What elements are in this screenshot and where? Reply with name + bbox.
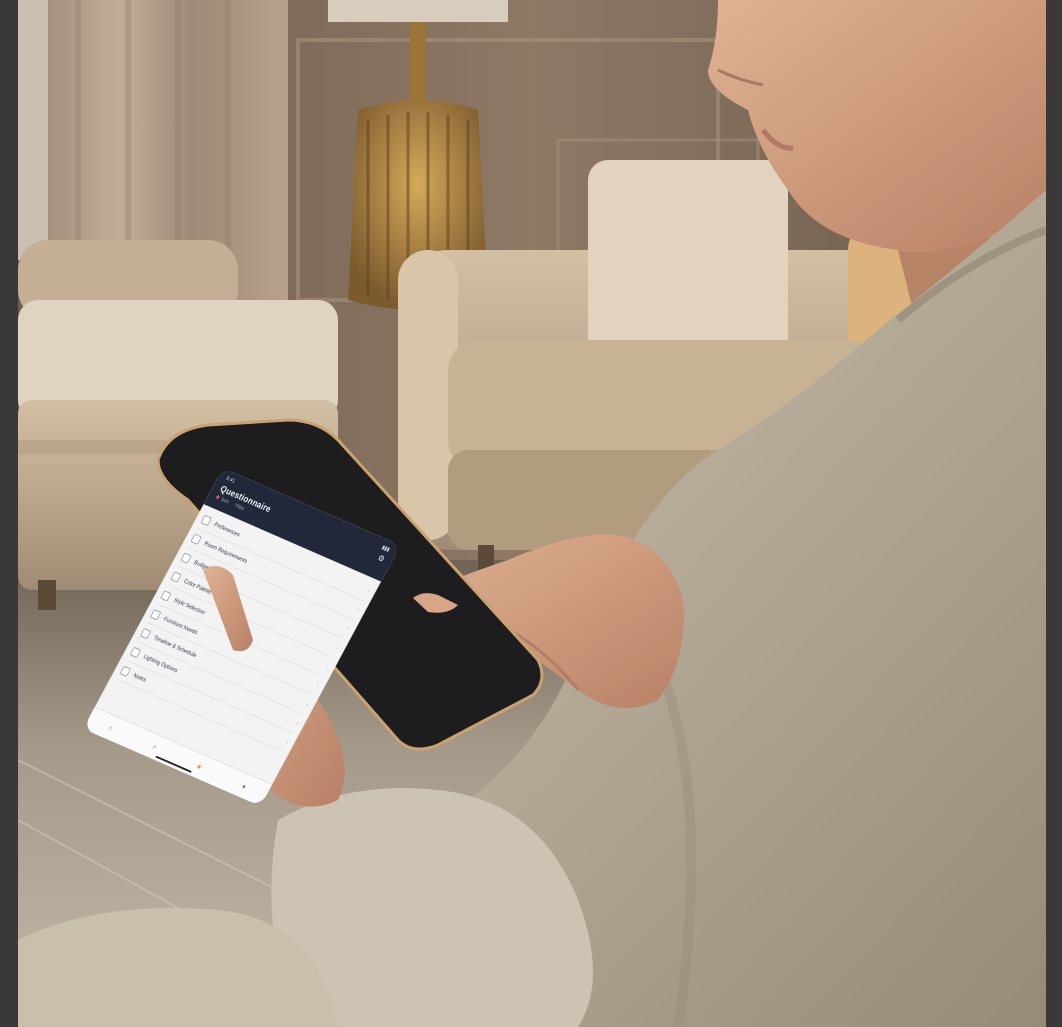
photo-scene: 9:41 ▮▮▮ Questionnaire ⚙ Sort Filter Pre… xyxy=(18,0,1046,1027)
fingers-overlay xyxy=(203,566,458,652)
